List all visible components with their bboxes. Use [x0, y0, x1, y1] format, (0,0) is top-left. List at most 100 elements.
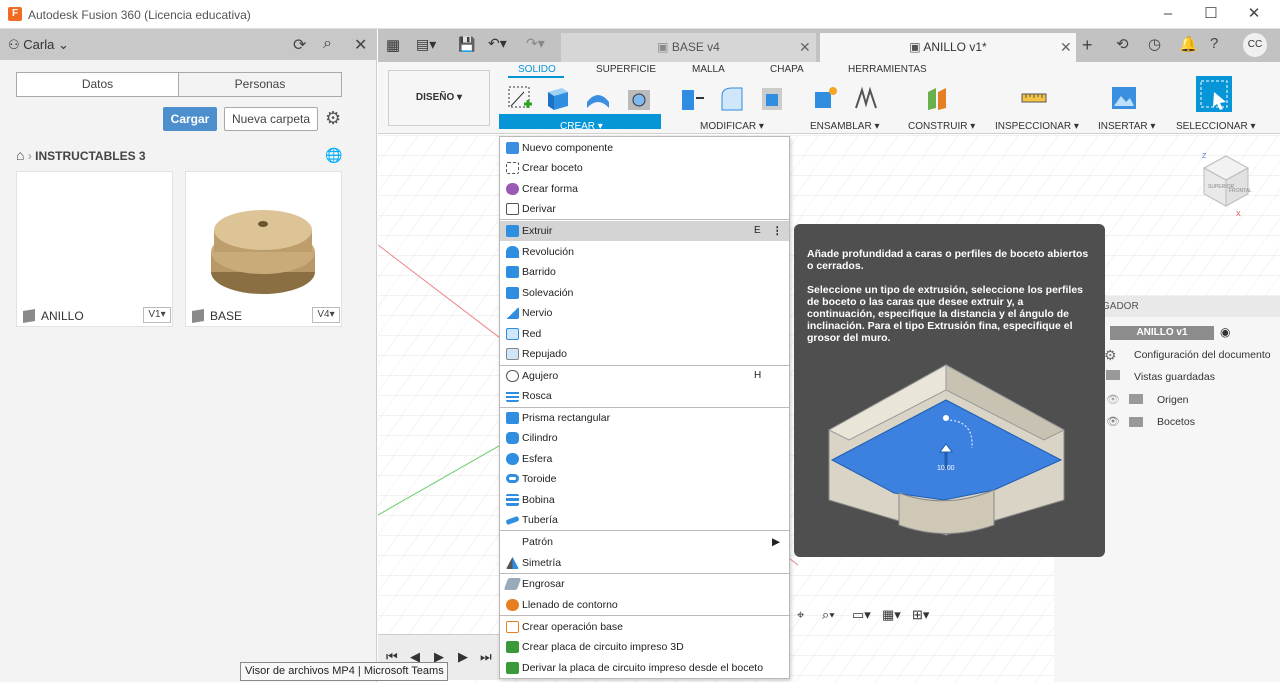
file-icon[interactable]: ▤▾ — [416, 36, 436, 53]
menu-item-sweep[interactable]: Barrido — [500, 262, 789, 282]
chamfer-icon[interactable] — [758, 84, 786, 112]
extensions-icon[interactable]: ⟲ — [1116, 35, 1129, 53]
extrude-icon[interactable] — [544, 84, 572, 112]
create-sketch-icon[interactable] — [506, 84, 534, 112]
app-grid-icon[interactable]: ▦ — [386, 36, 400, 54]
menu-item-box[interactable]: Prisma rectangular — [500, 408, 789, 428]
eye-icon[interactable]: 👁 — [1106, 393, 1120, 406]
new-component-icon[interactable] — [812, 84, 840, 112]
fillet-icon[interactable] — [718, 84, 746, 112]
menu-item-web[interactable]: Red — [500, 324, 789, 344]
zoom-icon[interactable]: ⌕▾ — [822, 607, 835, 623]
tab-herramientas[interactable]: HERRAMIENTAS — [848, 64, 927, 75]
menu-item-hole[interactable]: Agujero H — [500, 366, 789, 386]
step-forward-icon[interactable]: ▶ — [458, 649, 468, 665]
close-icon[interactable]: ✕ — [1234, 4, 1274, 24]
activate-radio-icon[interactable]: ◉ — [1220, 325, 1230, 339]
joint-icon[interactable] — [852, 84, 880, 112]
file-card-anillo[interactable]: ANILLO V1▾ — [16, 171, 173, 327]
browser-item-saved-views[interactable]: Vistas guardadas — [1134, 371, 1215, 383]
job-status-icon[interactable]: ◷ — [1148, 35, 1161, 53]
notifications-icon[interactable]: 🔔 — [1179, 35, 1198, 53]
menu-item-create-sketch[interactable]: Crear boceto — [500, 158, 789, 178]
menu-item-emboss[interactable]: Repujado — [500, 344, 789, 364]
menu-item-sphere[interactable]: Esfera — [500, 449, 789, 469]
user-menu[interactable]: ⚇ Carla ⌄ — [8, 37, 69, 53]
menu-item-rib[interactable]: Nervio — [500, 303, 789, 323]
orbit-icon[interactable]: ⌖ — [797, 607, 804, 623]
browser-item-sketches[interactable]: Bocetos — [1157, 416, 1195, 428]
version-badge[interactable]: V1▾ — [143, 307, 171, 323]
menu-item-thread[interactable]: Rosca — [500, 386, 789, 406]
menu-item-create-form[interactable]: Crear forma — [500, 179, 789, 199]
upload-button[interactable]: Cargar — [163, 107, 217, 131]
modify-menu[interactable]: MODIFICAR ▾ — [700, 121, 764, 132]
close-panel-icon[interactable]: ✕ — [354, 35, 367, 55]
menu-item-thicken[interactable]: Engrosar — [500, 574, 789, 594]
tab-personas[interactable]: Personas — [178, 72, 342, 97]
refresh-icon[interactable]: ⟳ — [293, 35, 306, 55]
menu-item-coil[interactable]: Bobina — [500, 490, 789, 510]
globe-icon[interactable]: 🌐 — [325, 147, 342, 164]
close-tab-icon[interactable]: ✕ — [1060, 33, 1072, 62]
go-to-end-icon[interactable]: ⏭ — [480, 649, 492, 665]
offset-plane-icon[interactable] — [924, 84, 952, 112]
home-icon[interactable]: ⌂ — [16, 147, 24, 163]
construct-menu[interactable]: CONSTRUIR ▾ — [908, 121, 975, 132]
settings-gear-icon[interactable]: ⚙ — [325, 108, 341, 129]
more-options-icon[interactable]: ⋮ — [772, 221, 783, 241]
menu-item-cylinder[interactable]: Cilindro — [500, 428, 789, 448]
menu-item-derive-pcb[interactable]: Derivar la placa de circuito impreso des… — [500, 658, 789, 678]
redo-icon[interactable]: ↷▾ — [526, 35, 545, 52]
insert-image-icon[interactable] — [1110, 84, 1138, 112]
menu-item-torus[interactable]: Toroide — [500, 469, 789, 489]
tab-solido[interactable]: SOLIDO — [518, 64, 556, 75]
browser-item-doc-settings[interactable]: Configuración del documento — [1134, 349, 1271, 361]
maximize-icon[interactable]: ☐ — [1191, 4, 1231, 24]
new-folder-button[interactable]: Nueva carpeta — [224, 107, 318, 131]
tab-base-v4[interactable]: ▣ BASE v4 ✕ — [561, 33, 816, 62]
tab-malla[interactable]: MALLA — [692, 64, 725, 75]
new-tab-icon[interactable]: + — [1082, 35, 1093, 56]
viewports-icon[interactable]: ⊞▾ — [912, 607, 929, 623]
search-icon[interactable]: ⌕ — [323, 35, 332, 53]
revolve-icon[interactable] — [584, 84, 612, 112]
menu-item-3d-pcb[interactable]: Crear placa de circuito impreso 3D — [500, 637, 789, 657]
menu-item-boundary-fill[interactable]: Llenado de contorno — [500, 595, 789, 615]
viewcube[interactable]: SUPERIOR FRONTAL Z X — [1196, 148, 1256, 218]
select-icon[interactable] — [1196, 76, 1232, 112]
menu-item-new-component[interactable]: Nuevo componente — [500, 138, 789, 158]
save-icon[interactable]: 💾 — [458, 36, 475, 53]
press-pull-icon[interactable] — [678, 84, 706, 112]
close-tab-icon[interactable]: ✕ — [799, 33, 811, 62]
inspect-menu[interactable]: INSPECCIONAR ▾ — [995, 121, 1079, 132]
tab-superficie[interactable]: SUPERFICIE — [596, 64, 656, 75]
menu-item-mirror[interactable]: Simetría — [500, 553, 789, 573]
grid-settings-icon[interactable]: ▦▾ — [882, 607, 901, 623]
browser-root[interactable]: ANILLO v1 — [1110, 326, 1214, 340]
menu-item-derive[interactable]: Derivar — [500, 199, 789, 219]
tab-chapa[interactable]: CHAPA — [770, 64, 804, 75]
hole-icon[interactable] — [625, 84, 653, 112]
display-settings-icon[interactable]: ▭▾ — [852, 607, 871, 623]
menu-item-pipe[interactable]: Tubería — [500, 510, 789, 530]
insert-menu[interactable]: INSERTAR ▾ — [1098, 121, 1155, 132]
menu-item-base-feature[interactable]: Crear operación base — [500, 617, 789, 637]
measure-icon[interactable] — [1020, 84, 1048, 112]
assemble-menu[interactable]: ENSAMBLAR ▾ — [810, 121, 879, 132]
menu-item-pattern[interactable]: Patrón ▶ — [500, 532, 789, 552]
tab-datos[interactable]: Datos — [16, 72, 179, 97]
eye-icon[interactable]: 👁 — [1106, 415, 1120, 428]
minimize-icon[interactable]: – — [1148, 4, 1188, 24]
select-menu[interactable]: SELECCIONAR ▾ — [1176, 121, 1255, 132]
avatar[interactable]: CC — [1243, 33, 1267, 57]
create-menu[interactable]: CREAR ▾ — [560, 121, 603, 132]
version-badge[interactable]: V4▾ — [312, 307, 340, 323]
menu-item-extrude[interactable]: Extruir E ⋮ — [500, 221, 789, 241]
help-icon[interactable]: ? — [1210, 35, 1218, 52]
browser-item-origin[interactable]: Origen — [1157, 394, 1189, 406]
menu-item-loft[interactable]: Solevación — [500, 283, 789, 303]
breadcrumb-folder[interactable]: INSTRUCTABLES 3 — [35, 149, 145, 163]
menu-item-revolve[interactable]: Revolución — [500, 242, 789, 262]
workspace-switcher[interactable]: DISEÑO ▾ — [388, 70, 490, 126]
